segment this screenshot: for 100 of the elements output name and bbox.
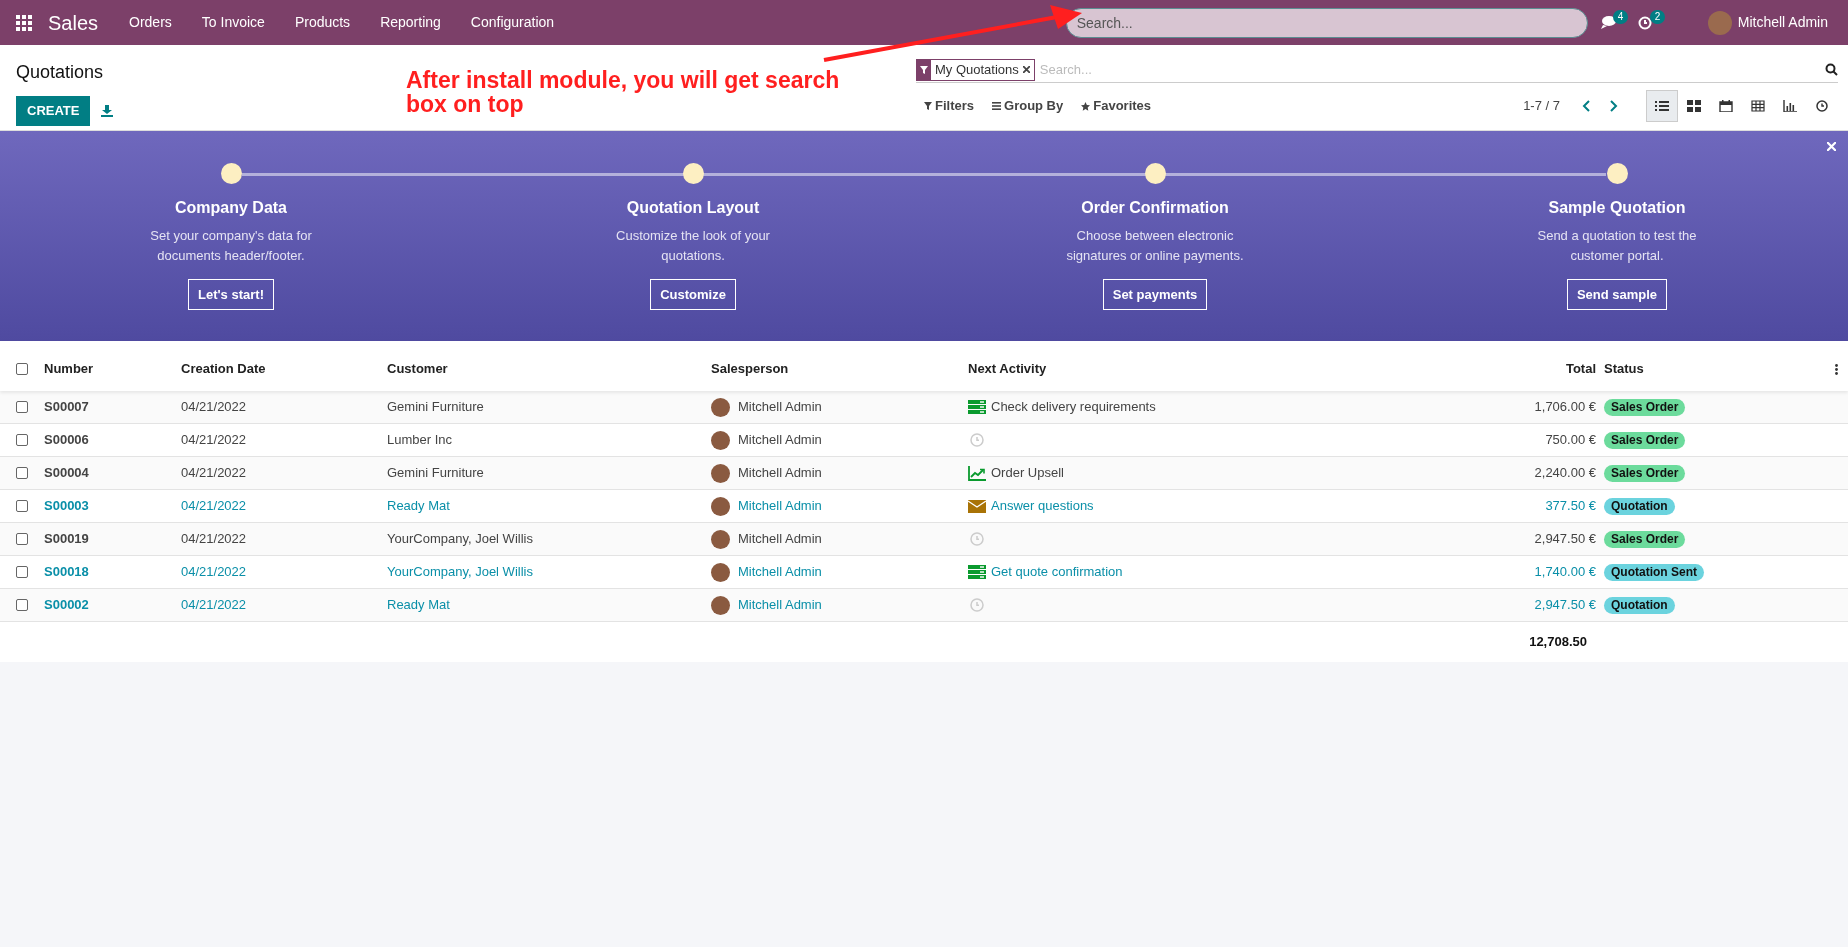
table-icon [1751,100,1765,112]
salesperson-name: Mitchell Admin [738,431,822,450]
order-total: 377.50 € [1545,498,1596,514]
list-icon [1655,100,1669,112]
star-icon [1081,101,1091,111]
customer-name: Gemini Furniture [387,399,484,415]
step-description: Send a quotation to test the customer portal. [1536,227,1698,265]
creation-date: 04/21/2022 [181,399,247,415]
row-checkbox[interactable] [16,599,28,611]
customer-name: Gemini Furniture [387,465,484,481]
select-all-checkbox[interactable] [16,363,28,375]
column-header[interactable]: Status [1604,361,1644,377]
status-badge: Sales Order [1604,399,1686,417]
search-field[interactable]: Search... [1039,59,1825,80]
step-button[interactable]: Send sample [1566,279,1668,310]
row-checkbox[interactable] [16,533,28,545]
nav-menu-item[interactable]: Products [279,12,366,33]
top-search-field[interactable]: Search... [1065,7,1588,38]
column-header[interactable]: Salesperson [711,361,789,377]
column-header[interactable]: Customer [387,361,448,377]
server-stack-icon [968,565,986,579]
order-total: 2,240.00 € [1534,465,1596,481]
step-button[interactable]: Set payments [1102,279,1208,310]
salesperson-avatar [711,397,730,417]
calendar-icon [1719,100,1733,112]
search-icon[interactable] [1825,63,1838,76]
status-badge: Sales Order [1604,432,1686,450]
funnel-icon [924,102,932,110]
grand-total: 12,708.50 [1529,634,1587,650]
column-header[interactable]: Creation Date [181,361,266,377]
list-lines-icon [992,102,1001,110]
column-header[interactable]: Total [1565,361,1596,377]
row-checkbox[interactable] [16,434,28,446]
step-button[interactable]: Customize [650,279,736,310]
activity-summary[interactable]: Get quote confirmation [991,562,1123,582]
customer-name: Ready Mat [387,498,450,514]
order-total: 2,947.50 € [1534,597,1596,613]
funnel-icon [920,65,928,74]
column-header[interactable]: Number [44,361,94,377]
step-title: Sample Quotation [1548,198,1686,218]
trend-up-icon [968,465,986,481]
salesperson-avatar [711,430,730,450]
order-total: 1,706.00 € [1534,399,1596,415]
user-name[interactable]: Mitchell Admin [1737,12,1828,33]
status-badge: Sales Order [1604,531,1686,549]
salesperson-name: Mitchell Admin [738,464,822,483]
order-number: S00006 [44,432,89,448]
customer-name: Lumber Inc [387,432,453,448]
nav-menu-item[interactable]: Reporting [365,12,456,33]
filters-button[interactable]: Filters [924,96,974,116]
step-title: Quotation Layout [626,198,760,218]
step-button[interactable]: Let's start! [188,279,274,310]
list-view-button[interactable] [1646,90,1678,122]
kebab-menu-icon[interactable] [1835,363,1838,375]
chat-bubbles-icon[interactable] [1599,15,1616,30]
favorites-button[interactable]: Favorites [1081,96,1152,116]
order-number: S00002 [44,597,89,613]
app-name[interactable]: Sales [48,7,99,38]
column-header[interactable]: Next Activity [968,361,1047,377]
order-number: S00007 [44,399,89,415]
activity-summary[interactable]: Check delivery requirements [991,397,1156,417]
message-count-badge: 4 [1612,9,1629,24]
grid-icon [1687,100,1701,112]
nav-menu-item[interactable]: To Invoice [186,12,280,33]
chevron-right-icon[interactable] [1610,100,1618,112]
close-icon[interactable] [1022,66,1030,73]
creation-date: 04/21/2022 [181,531,247,547]
row-checkbox[interactable] [16,566,28,578]
row-checkbox[interactable] [16,500,28,512]
salesperson-name: Mitchell Admin [738,563,822,582]
order-total: 2,947.50 € [1534,531,1596,547]
salesperson-avatar [711,595,730,615]
annotation-text: After install module, you will get search box on top [406,68,841,116]
salesperson-avatar [711,562,730,582]
order-number: S00004 [44,465,89,481]
create-button[interactable]: CREATE [16,96,91,126]
nav-menu-item[interactable]: Configuration [455,12,570,33]
step-description: Set your company's data for documents header/footer. [149,227,313,265]
facet-label: My Quotations [934,60,1020,79]
salesperson-name: Mitchell Admin [738,398,822,417]
group-by-button[interactable]: Group By [992,96,1064,116]
customer-name: YourCompany, Joel Willis [387,531,533,547]
pager-value[interactable]: 1-7 / 7 [1523,96,1560,116]
chevron-left-icon[interactable] [1582,100,1590,112]
nav-menu-item[interactable]: Orders [114,12,187,33]
activity-count-badge: 2 [1649,9,1666,24]
envelope-icon [968,499,986,513]
step-description: Choose between electronic signatures or online payments. [1065,227,1245,265]
creation-date: 04/21/2022 [181,498,247,514]
creation-date: 04/21/2022 [181,465,247,481]
row-checkbox[interactable] [16,401,28,413]
download-icon[interactable] [101,105,114,117]
customer-name: YourCompany, Joel Willis [387,564,533,580]
activity-summary[interactable]: Order Upsell [991,463,1064,483]
row-checkbox[interactable] [16,467,28,479]
apps-menu-icon[interactable] [16,14,32,31]
salesperson-name: Mitchell Admin [738,530,822,549]
activity-summary[interactable]: Answer questions [991,496,1094,516]
status-badge: Sales Order [1604,465,1686,483]
customer-name: Ready Mat [387,597,450,613]
